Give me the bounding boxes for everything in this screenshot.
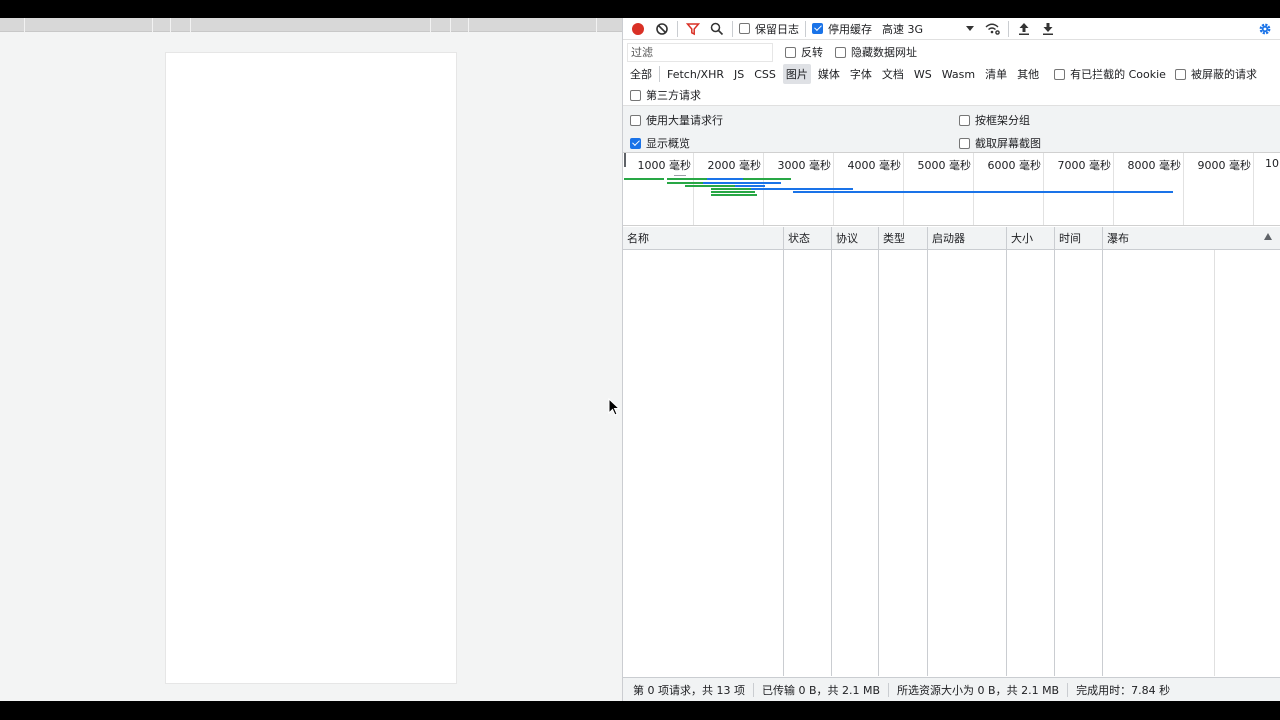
column-size[interactable]: 大小	[1007, 227, 1055, 250]
request-table-body[interactable]	[623, 250, 1280, 676]
type-font-button[interactable]: 字体	[847, 64, 875, 84]
network-toolbar: 保留日志 停用缓存 高速 3G	[623, 18, 1280, 40]
mouse-cursor-icon	[608, 398, 621, 416]
timeline-overview[interactable]: 1000 毫秒 2000 毫秒 3000 毫秒 4000 毫秒 5000 毫秒 …	[623, 153, 1280, 226]
timeline-tick-label: 2000 毫秒	[707, 159, 762, 172]
filter-row: 反转 隐藏数据网址	[623, 41, 1280, 63]
page-viewport	[0, 18, 622, 701]
import-har-button[interactable]	[1015, 20, 1033, 38]
hide-data-urls-checkbox[interactable]: 隐藏数据网址	[835, 44, 917, 60]
large-rows-check[interactable]	[630, 114, 641, 126]
group-by-frame-checkbox[interactable]: 按框架分组	[959, 112, 1030, 128]
dropdown-arrow-icon	[966, 25, 974, 31]
type-css-button[interactable]: CSS	[751, 66, 779, 83]
request-count: 第 0 项请求，共 13 项	[633, 683, 745, 697]
third-party-row: 第三方请求	[623, 85, 1280, 105]
type-fetch-xhr-button[interactable]: Fetch/XHR	[664, 66, 727, 83]
finish-time: 完成用时：7.84 秒	[1076, 683, 1171, 697]
capture-screenshots-checkbox[interactable]: 截取屏幕截图	[959, 135, 1041, 151]
timeline-tick-label: 4000 毫秒	[847, 159, 902, 172]
network-settings-pane: 使用大量请求行 按框架分组 显示概览 截取屏幕截图	[623, 105, 1280, 153]
column-type[interactable]: 类型	[879, 227, 928, 250]
timeline-tick-label: 6000 毫秒	[987, 159, 1042, 172]
preserve-log-check[interactable]	[739, 23, 750, 34]
timeline-tick-label: 5000 毫秒	[917, 159, 972, 172]
transferred-size: 已传输 0 B，共 2.1 MB	[761, 683, 881, 697]
column-initiator[interactable]: 启动器	[928, 227, 1007, 250]
disable-cache-check[interactable]	[812, 23, 823, 34]
group-by-frame-check[interactable]	[959, 114, 970, 126]
type-ws-button[interactable]: WS	[911, 66, 935, 83]
column-time[interactable]: 时间	[1055, 227, 1103, 250]
resource-type-filter: 全部 Fetch/XHR JS CSS 图片 媒体 字体 文档 WS Wasm …	[623, 64, 1280, 84]
preserve-log-checkbox[interactable]: 保留日志	[739, 21, 799, 37]
search-icon	[710, 22, 724, 35]
show-overview-check[interactable]	[630, 137, 641, 149]
download-icon	[1043, 22, 1053, 35]
timeline-tick-label: 10	[1265, 157, 1279, 170]
sort-ascending-icon[interactable]	[1264, 233, 1272, 240]
network-conditions-button[interactable]	[984, 20, 1002, 38]
timeline-tick-label: 9000 毫秒	[1197, 159, 1252, 172]
request-table-header: 名称 状态 协议 类型 启动器 大小 时间 瀑布	[623, 227, 1280, 250]
type-wasm-button[interactable]: Wasm	[939, 66, 978, 83]
device-screen[interactable]	[165, 52, 457, 684]
type-other-button[interactable]: 其他	[1014, 64, 1042, 84]
timeline-tick-label: 1000 毫秒	[637, 159, 692, 172]
capture-screenshots-check[interactable]	[959, 137, 970, 149]
column-status[interactable]: 状态	[784, 227, 832, 250]
column-waterfall[interactable]: 瀑布	[1103, 227, 1280, 250]
device-ruler	[0, 18, 622, 32]
large-rows-checkbox[interactable]: 使用大量请求行	[630, 112, 723, 128]
record-icon	[632, 22, 644, 35]
export-har-button[interactable]	[1039, 20, 1057, 38]
throttling-select[interactable]: 高速 3G	[882, 21, 974, 37]
show-overview-checkbox[interactable]: 显示概览	[630, 135, 690, 151]
filter-toggle-button[interactable]	[684, 20, 702, 38]
timeline-tick-label: 7000 毫秒	[1057, 159, 1112, 172]
type-all-button[interactable]: 全部	[627, 64, 655, 84]
devtools-network-panel: 保留日志 停用缓存 高速 3G 反转	[622, 18, 1280, 701]
type-media-button[interactable]: 媒体	[815, 64, 843, 84]
third-party-check[interactable]	[630, 89, 641, 101]
type-doc-button[interactable]: 文档	[879, 64, 907, 84]
third-party-checkbox[interactable]: 第三方请求	[630, 87, 701, 103]
type-img-button[interactable]: 图片	[782, 64, 811, 84]
disable-cache-checkbox[interactable]: 停用缓存	[812, 21, 872, 37]
clear-icon	[656, 22, 668, 35]
column-name[interactable]: 名称	[623, 227, 784, 250]
type-manifest-button[interactable]: 清单	[982, 64, 1010, 84]
resource-size: 所选资源大小为 0 B，共 2.1 MB	[897, 683, 1060, 697]
column-protocol[interactable]: 协议	[832, 227, 879, 250]
blocked-cookies-checkbox[interactable]: 有已拦截的 Cookie	[1054, 66, 1166, 82]
filter-input[interactable]	[627, 42, 773, 62]
invert-check[interactable]	[785, 46, 796, 58]
timeline-tick-label: 3000 毫秒	[777, 159, 832, 172]
search-button[interactable]	[708, 20, 726, 38]
clear-button[interactable]	[653, 20, 671, 38]
filter-icon	[686, 22, 700, 35]
gear-icon	[1259, 23, 1271, 34]
hide-data-urls-check[interactable]	[835, 46, 846, 58]
network-settings-button[interactable]	[1256, 20, 1274, 38]
record-button[interactable]	[629, 20, 647, 38]
blocked-requests-checkbox[interactable]: 被屏蔽的请求	[1174, 66, 1257, 82]
blocked-cookies-check[interactable]	[1054, 68, 1066, 80]
type-js-button[interactable]: JS	[731, 66, 747, 83]
timeline-tick-label: 8000 毫秒	[1127, 159, 1182, 172]
network-summary-bar: 第 0 项请求，共 13 项 已传输 0 B，共 2.1 MB 所选资源大小为 …	[623, 677, 1280, 701]
blocked-requests-check[interactable]	[1174, 68, 1186, 80]
wifi-settings-icon	[985, 23, 1000, 35]
invert-checkbox[interactable]: 反转	[785, 44, 823, 60]
upload-icon	[1019, 22, 1029, 35]
